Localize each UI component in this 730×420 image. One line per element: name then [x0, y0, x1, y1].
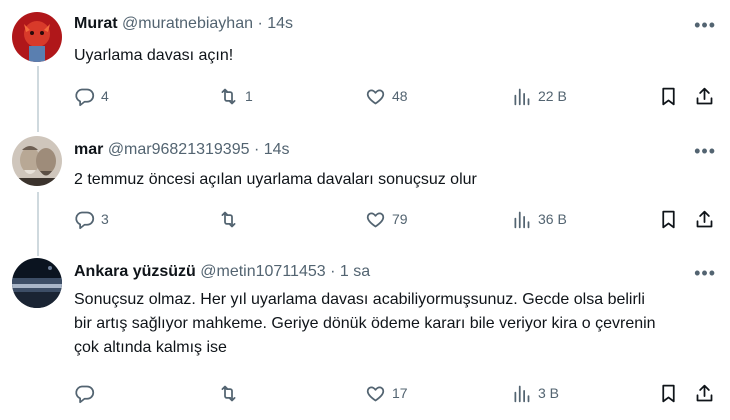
reply-button[interactable]: 3 — [74, 208, 109, 230]
bookmark-button[interactable] — [658, 208, 679, 230]
display-name[interactable]: Murat — [74, 15, 118, 32]
user-handle[interactable]: @mar96821319395 — [108, 141, 250, 158]
reply-button[interactable]: 4 — [74, 85, 109, 107]
reply-button[interactable] — [74, 382, 101, 404]
timestamp[interactable]: 14s — [264, 141, 290, 158]
like-icon — [366, 89, 385, 104]
bookmark-icon — [662, 210, 675, 228]
like-count: 79 — [392, 211, 408, 227]
more-icon[interactable]: ••• — [694, 16, 716, 34]
views-button[interactable]: 22 B — [511, 85, 567, 107]
share-button[interactable] — [694, 85, 715, 107]
share-button[interactable] — [694, 382, 715, 404]
views-icon — [514, 88, 530, 105]
like-icon — [366, 386, 385, 401]
view-count: 22 B — [538, 88, 567, 104]
reply-count: 3 — [101, 211, 109, 227]
retweet-icon — [221, 211, 236, 227]
reply-icon — [75, 211, 95, 229]
tweet-text: 2 temmuz öncesi açılan uyarlama davaları… — [74, 171, 477, 188]
avatar[interactable] — [12, 12, 62, 62]
user-handle[interactable]: @muratnebiayhan — [122, 15, 253, 32]
retweet-button[interactable] — [218, 382, 245, 404]
views-icon — [514, 385, 530, 402]
user-handle[interactable]: @metin10711453 — [200, 263, 325, 280]
retweet-count: 1 — [245, 88, 253, 104]
display-name[interactable]: Ankara yüzsüzü — [74, 263, 196, 280]
reply-icon — [75, 88, 95, 106]
like-button[interactable]: 79 — [365, 208, 408, 230]
avatar-image — [12, 258, 62, 308]
display-name[interactable]: mar — [74, 141, 103, 158]
view-count: 36 B — [538, 211, 567, 227]
action-bar: 4 1 48 22 B — [74, 85, 724, 107]
tweet[interactable]: mar @mar96821319395 · 14s ••• 2 temmuz ö… — [0, 130, 730, 254]
share-icon — [696, 210, 713, 227]
bookmark-icon — [662, 87, 675, 105]
bookmark-button[interactable] — [658, 85, 679, 107]
separator: · — [257, 15, 263, 32]
avatar[interactable] — [12, 136, 62, 186]
share-button[interactable] — [694, 208, 715, 230]
avatar-image — [12, 136, 62, 186]
tweet[interactable]: Ankara yüzsüzü @metin10711453 · 1 sa •••… — [0, 254, 730, 420]
tweet-header: Murat @muratnebiayhan · 14s — [74, 14, 293, 34]
avatar[interactable] — [12, 258, 62, 308]
separator: · — [253, 141, 260, 158]
like-count: 48 — [392, 88, 408, 104]
bookmark-icon — [662, 384, 675, 402]
separator: · — [330, 263, 336, 280]
like-icon — [366, 212, 385, 227]
views-button[interactable]: 3 B — [511, 382, 559, 404]
share-icon — [696, 87, 713, 104]
bookmark-button[interactable] — [658, 382, 679, 404]
retweet-icon — [221, 88, 236, 104]
like-button[interactable]: 48 — [365, 85, 408, 107]
views-button[interactable]: 36 B — [511, 208, 567, 230]
tweet-header: mar @mar96821319395 · 14s — [74, 140, 290, 160]
tweet-text: Uyarlama davası açın! — [74, 47, 234, 64]
share-icon — [696, 384, 713, 401]
retweet-button[interactable]: 1 — [218, 85, 253, 107]
more-icon[interactable]: ••• — [694, 264, 716, 282]
avatar-image — [12, 12, 62, 62]
timestamp[interactable]: 14s — [267, 15, 293, 32]
reply-count: 4 — [101, 88, 109, 104]
action-bar: 17 3 B — [74, 382, 724, 404]
like-button[interactable]: 17 — [365, 382, 408, 404]
timestamp[interactable]: 1 sa — [340, 263, 370, 280]
tweet-text: Sonuçsuz olmaz. Her yıl uyarlama davası … — [74, 291, 656, 356]
more-icon[interactable]: ••• — [694, 142, 716, 160]
tweet[interactable]: Murat @muratnebiayhan · 14s ••• Uyarlama… — [0, 0, 730, 130]
retweet-icon — [221, 385, 236, 401]
tweet-header: Ankara yüzsüzü @metin10711453 · 1 sa — [74, 262, 370, 282]
like-count: 17 — [392, 385, 408, 401]
retweet-button[interactable] — [218, 208, 245, 230]
action-bar: 3 79 36 B — [74, 208, 724, 230]
views-icon — [514, 211, 530, 228]
view-count: 3 B — [538, 385, 560, 401]
reply-icon — [75, 385, 95, 403]
